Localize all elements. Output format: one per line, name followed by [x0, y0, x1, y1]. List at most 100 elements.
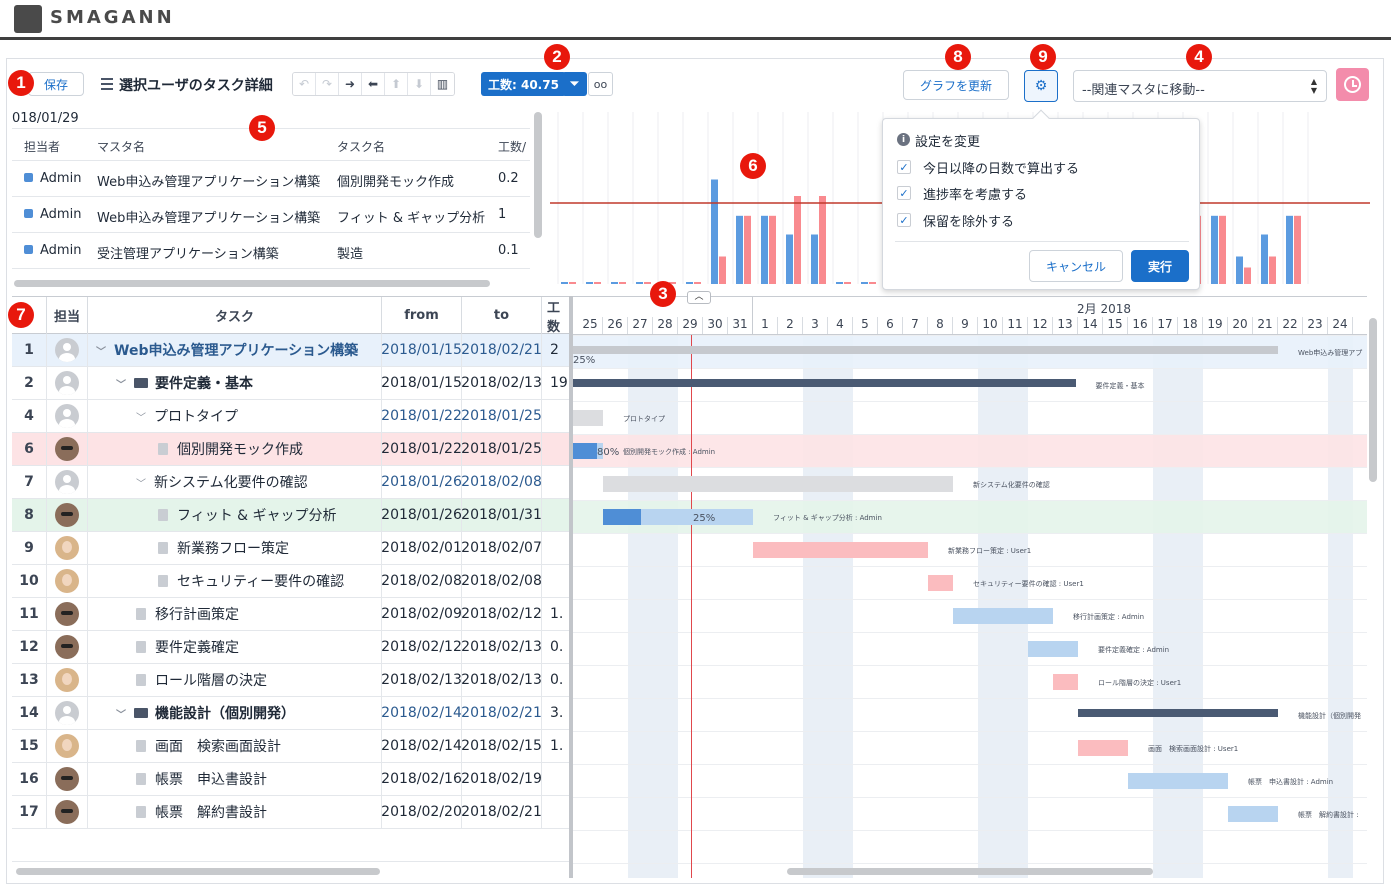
- col-from[interactable]: from: [382, 297, 462, 334]
- filter-icon[interactable]: ⏷: [562, 72, 587, 96]
- to-cell[interactable]: 2018/02/21: [462, 796, 542, 828]
- effort-cell[interactable]: 0.: [542, 664, 570, 696]
- save-button[interactable]: 保存: [28, 72, 84, 96]
- col-task[interactable]: タスク: [88, 297, 382, 334]
- gantt-bar[interactable]: [603, 476, 953, 492]
- refresh-graph-button[interactable]: グラフを更新: [903, 70, 1009, 100]
- from-cell[interactable]: 2018/02/14: [382, 697, 462, 729]
- from-cell[interactable]: 2018/01/22: [382, 433, 462, 465]
- from-cell[interactable]: 2018/01/22: [382, 400, 462, 432]
- gantt-bar[interactable]: [953, 608, 1053, 624]
- effort-cell[interactable]: 19.: [542, 367, 570, 399]
- gantt-bar[interactable]: [573, 410, 603, 426]
- task-cell[interactable]: セキュリティー要件の確認: [88, 565, 382, 597]
- move-down-icon[interactable]: ⬇: [408, 73, 431, 95]
- effort-cell[interactable]: [542, 433, 570, 465]
- task-cell[interactable]: フィット & ギャップ分析: [88, 499, 382, 531]
- from-cell[interactable]: 2018/01/26: [382, 499, 462, 531]
- task-row[interactable]: 9 新業務フロー策定 2018/02/01 2018/02/07: [12, 532, 570, 565]
- task-row[interactable]: 11 移行計画策定 2018/02/09 2018/02/12 1.: [12, 598, 570, 631]
- checkbox-progress[interactable]: ✓: [897, 186, 911, 200]
- gantt-bar[interactable]: [573, 379, 1076, 387]
- grid-h-scrollbar[interactable]: [16, 868, 380, 875]
- to-cell[interactable]: 2018/02/08: [462, 466, 542, 498]
- from-cell[interactable]: 2018/02/12: [382, 631, 462, 663]
- task-row[interactable]: 6 個別開発モック作成 2018/01/22 2018/01/25: [12, 433, 570, 466]
- from-cell[interactable]: 2018/02/20: [382, 796, 462, 828]
- col-to[interactable]: to: [462, 297, 542, 334]
- from-cell[interactable]: 2018/02/09: [382, 598, 462, 630]
- effort-cell[interactable]: 0.: [542, 631, 570, 663]
- mini-table-row[interactable]: Admin 受注管理アプリケーション構築 製造 0.1: [12, 233, 530, 269]
- gantt-bar[interactable]: [573, 346, 1278, 354]
- task-row[interactable]: 10 セキュリティー要件の確認 2018/02/08 2018/02/08: [12, 565, 570, 598]
- task-cell[interactable]: ﹀ 機能設計（個別開発）: [88, 697, 382, 729]
- effort-cell[interactable]: [542, 499, 570, 531]
- from-cell[interactable]: 2018/02/13: [382, 664, 462, 696]
- task-row[interactable]: 17 帳票 解約書設計 2018/02/20 2018/02/21: [12, 796, 570, 829]
- from-cell[interactable]: 2018/02/01: [382, 532, 462, 564]
- gantt-bar[interactable]: [1128, 773, 1228, 789]
- task-row[interactable]: 7 ﹀ 新システム化要件の確認 2018/01/26 2018/02/08: [12, 466, 570, 499]
- task-row[interactable]: 13 ロール階層の決定 2018/02/13 2018/02/13 0.: [12, 664, 570, 697]
- effort-cell[interactable]: [542, 400, 570, 432]
- task-cell[interactable]: ﹀ プロトタイプ: [88, 400, 382, 432]
- from-cell[interactable]: 2018/02/16: [382, 763, 462, 795]
- chevron-down-icon[interactable]: ﹀: [96, 343, 108, 358]
- effort-cell[interactable]: [542, 763, 570, 795]
- clock-button[interactable]: [1336, 68, 1369, 101]
- to-cell[interactable]: 2018/02/07: [462, 532, 542, 564]
- mini-table-row[interactable]: Admin Web申込み管理アプリケーション構築 フィット & ギャップ分析 1: [12, 197, 530, 233]
- related-master-select[interactable]: --関連マスタに移動-- ▲ ▼: [1073, 70, 1327, 102]
- effort-cell[interactable]: 1.: [542, 598, 570, 630]
- to-cell[interactable]: 2018/02/13: [462, 631, 542, 663]
- task-row[interactable]: 14 ﹀ 機能設計（個別開発） 2018/02/14 2018/02/21 3.: [12, 697, 570, 730]
- task-cell[interactable]: ﹀ Web申込み管理アプリケーション構築: [88, 334, 382, 366]
- gantt-bar[interactable]: [1028, 641, 1078, 657]
- chevron-down-icon[interactable]: ﹀: [136, 475, 148, 490]
- task-row[interactable]: 8 フィット & ギャップ分析 2018/01/26 2018/01/31: [12, 499, 570, 532]
- undo-icon[interactable]: ↶: [293, 73, 316, 95]
- mini-table-h-scrollbar[interactable]: [14, 280, 490, 287]
- to-cell[interactable]: 2018/02/13: [462, 664, 542, 696]
- task-row[interactable]: 12 要件定義確定 2018/02/12 2018/02/13 0.: [12, 631, 570, 664]
- chevron-down-icon[interactable]: ﹀: [116, 376, 128, 391]
- glasses-icon[interactable]: oo: [588, 72, 613, 96]
- effort-cell[interactable]: 3.: [542, 697, 570, 729]
- task-cell[interactable]: 新業務フロー策定: [88, 532, 382, 564]
- effort-cell[interactable]: [542, 532, 570, 564]
- col-assignee[interactable]: 担当: [47, 297, 88, 334]
- to-cell[interactable]: 2018/01/25: [462, 433, 542, 465]
- gantt-h-scrollbar[interactable]: [787, 868, 1153, 875]
- effort-cell[interactable]: 2: [542, 334, 570, 366]
- outdent-icon[interactable]: ⬅: [362, 73, 385, 95]
- checkbox-today[interactable]: ✓: [897, 160, 911, 174]
- to-cell[interactable]: 2018/02/21: [462, 697, 542, 729]
- to-cell[interactable]: 2018/02/08: [462, 565, 542, 597]
- to-cell[interactable]: 2018/02/19: [462, 763, 542, 795]
- gantt-bar[interactable]: [928, 575, 953, 591]
- task-cell[interactable]: 要件定義確定: [88, 631, 382, 663]
- from-cell[interactable]: 2018/01/15: [382, 367, 462, 399]
- task-row[interactable]: 1 ﹀ Web申込み管理アプリケーション構築 2018/01/15 2018/02/21…: [12, 334, 570, 367]
- effort-cell[interactable]: [542, 466, 570, 498]
- mini-table-row[interactable]: Admin Web申込み管理アプリケーション構築 個別開発モック作成 0.2: [12, 161, 530, 197]
- gear-icon[interactable]: ⚙: [1024, 70, 1058, 102]
- checkbox-hold[interactable]: ✓: [897, 213, 911, 227]
- to-cell[interactable]: 2018/02/15: [462, 730, 542, 762]
- to-cell[interactable]: 2018/01/31: [462, 499, 542, 531]
- gantt-bar[interactable]: [1078, 709, 1278, 717]
- collapse-chart-button[interactable]: ︿: [687, 291, 711, 304]
- effort-cell[interactable]: 1.: [542, 730, 570, 762]
- task-row[interactable]: 16 帳票 申込書設計 2018/02/16 2018/02/19: [12, 763, 570, 796]
- run-button[interactable]: 実行: [1131, 250, 1189, 282]
- task-row[interactable]: 4 ﹀ プロトタイプ 2018/01/22 2018/01/25: [12, 400, 570, 433]
- mini-table-v-scrollbar[interactable]: [534, 112, 542, 238]
- task-cell[interactable]: 個別開発モック作成: [88, 433, 382, 465]
- task-cell[interactable]: ﹀ 新システム化要件の確認: [88, 466, 382, 498]
- from-cell[interactable]: 2018/02/08: [382, 565, 462, 597]
- gantt-bar[interactable]: [1228, 806, 1278, 822]
- chevron-down-icon[interactable]: ﹀: [116, 706, 128, 721]
- move-up-icon[interactable]: ⬆: [385, 73, 408, 95]
- gantt-bar[interactable]: [1078, 740, 1128, 756]
